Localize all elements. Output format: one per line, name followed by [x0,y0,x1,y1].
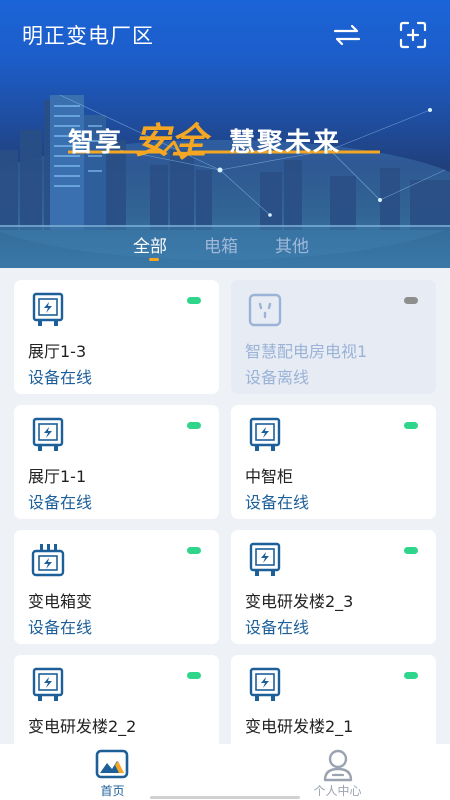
electric-box-icon [249,542,281,576]
device-name: 变电研发楼2_2 [28,717,137,736]
online-status-dot [187,297,201,304]
electric-box-icon [32,667,64,701]
device-status: 设备在线 [245,493,310,512]
electric-box-icon [32,292,64,326]
device-status: 设备在线 [28,493,93,512]
device-card[interactable]: 智慧配电房电视1 设备离线 [231,280,436,394]
tab-all[interactable]: 全部 [133,232,167,257]
device-status: 设备在线 [28,618,93,637]
nav-profile[interactable]: 个人中心 [225,744,450,800]
device-name: 变电研发楼2_3 [245,592,354,611]
category-tabs: 全部 电箱 其他 [0,228,450,268]
electric-box-icon [32,417,64,451]
device-card[interactable]: 变电研发楼2_2 [14,655,219,744]
device-status: 设备在线 [28,368,93,387]
power-socket-icon [248,293,282,327]
header-banner: 明正变电厂区 智享 安全 慧聚未来 全部 电箱 其他 [0,0,450,268]
device-card[interactable]: 变电箱变 设备在线 [14,530,219,644]
bottom-navigation: 首页 个人中心 [0,744,450,800]
device-status: 设备离线 [245,368,310,387]
slogan-part-2: 安全 [134,121,209,162]
online-status-dot [404,422,418,429]
top-bar: 明正变电厂区 [0,0,450,70]
site-title: 明正变电厂区 [22,24,154,48]
device-card[interactable]: 展厅1-1 设备在线 [14,405,219,519]
tab-active-indicator [149,258,159,261]
nav-home[interactable]: 首页 [0,744,225,800]
device-grid: 展厅1-3 设备在线 智慧配电房电视1 设备离线 展厅1-1 设备在线 中智柜 … [0,268,450,744]
home-chart-icon [95,749,129,779]
online-status-dot [187,422,201,429]
transformer-icon [31,544,65,577]
device-name: 展厅1-3 [28,342,87,361]
online-status-dot [187,547,201,554]
device-card[interactable]: 中智柜 设备在线 [231,405,436,519]
user-icon [323,749,353,782]
device-card[interactable]: 变电研发楼2_3 设备在线 [231,530,436,644]
device-card[interactable]: 展厅1-3 设备在线 [14,280,219,394]
online-status-dot [404,547,418,554]
tab-other[interactable]: 其他 [275,232,309,257]
system-home-indicator [150,796,300,799]
device-name: 展厅1-1 [28,467,87,486]
device-name: 变电箱变 [28,592,93,611]
device-card[interactable]: 变电研发楼2_1 [231,655,436,744]
swap-arrows-icon[interactable] [332,20,362,50]
banner-slogan: 智享 安全 慧聚未来 [64,108,394,168]
device-status: 设备在线 [245,618,310,637]
slogan-part-3: 慧聚未来 [229,128,342,158]
device-name: 中智柜 [245,467,294,486]
online-status-dot [404,672,418,679]
scan-add-icon[interactable] [398,20,428,50]
slogan-part-1: 智享 [68,128,123,158]
device-name: 智慧配电房电视1 [245,342,368,361]
device-name: 变电研发楼2_1 [245,717,354,736]
tab-electric-box[interactable]: 电箱 [204,232,238,257]
electric-box-icon [249,667,281,701]
online-status-dot [187,672,201,679]
electric-box-icon [249,417,281,451]
offline-status-dot [404,297,418,304]
